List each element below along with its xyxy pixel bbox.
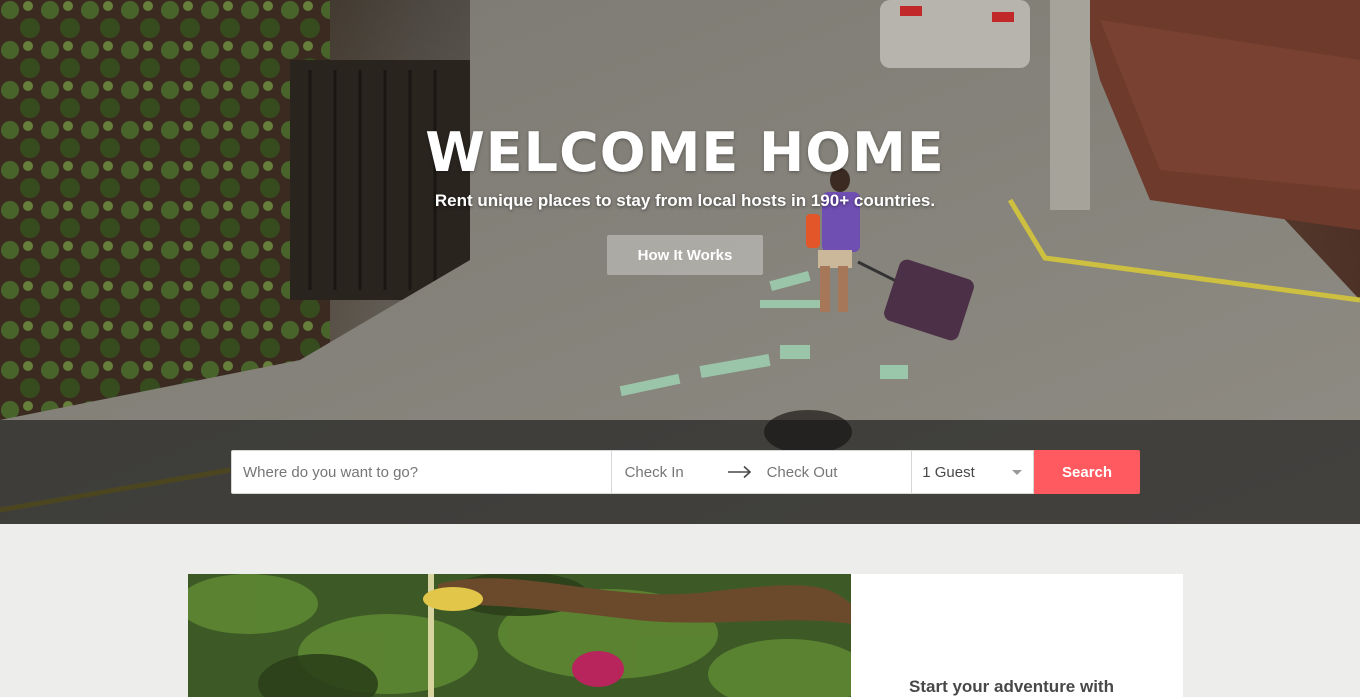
jungle-photo — [188, 574, 851, 697]
destination-input[interactable] — [231, 450, 611, 494]
promo-card: Start your adventure with — [851, 574, 1183, 697]
search-form: Check In Check Out 1 Guest Search — [231, 450, 1140, 494]
hero-section: WELCOME HOME Rent unique places to stay … — [0, 0, 1360, 524]
check-in-field[interactable]: Check In — [612, 464, 727, 481]
promo-photo — [188, 574, 851, 697]
hero-subheadline: Rent unique places to stay from local ho… — [434, 191, 936, 210]
arrow-right-icon — [727, 465, 751, 479]
promo-title: Start your adventure with — [909, 677, 1114, 696]
caret-down-icon — [1012, 470, 1023, 475]
guests-value: 1 Guest — [922, 463, 975, 481]
search-button[interactable]: Search — [1034, 450, 1140, 494]
date-range-picker: Check In Check Out — [610, 450, 912, 494]
hero-headline: WELCOME HOME — [425, 121, 945, 184]
guests-select[interactable]: 1 Guest — [911, 450, 1035, 494]
check-out-field[interactable]: Check Out — [753, 464, 868, 481]
how-it-works-button[interactable]: How It Works — [607, 235, 763, 275]
